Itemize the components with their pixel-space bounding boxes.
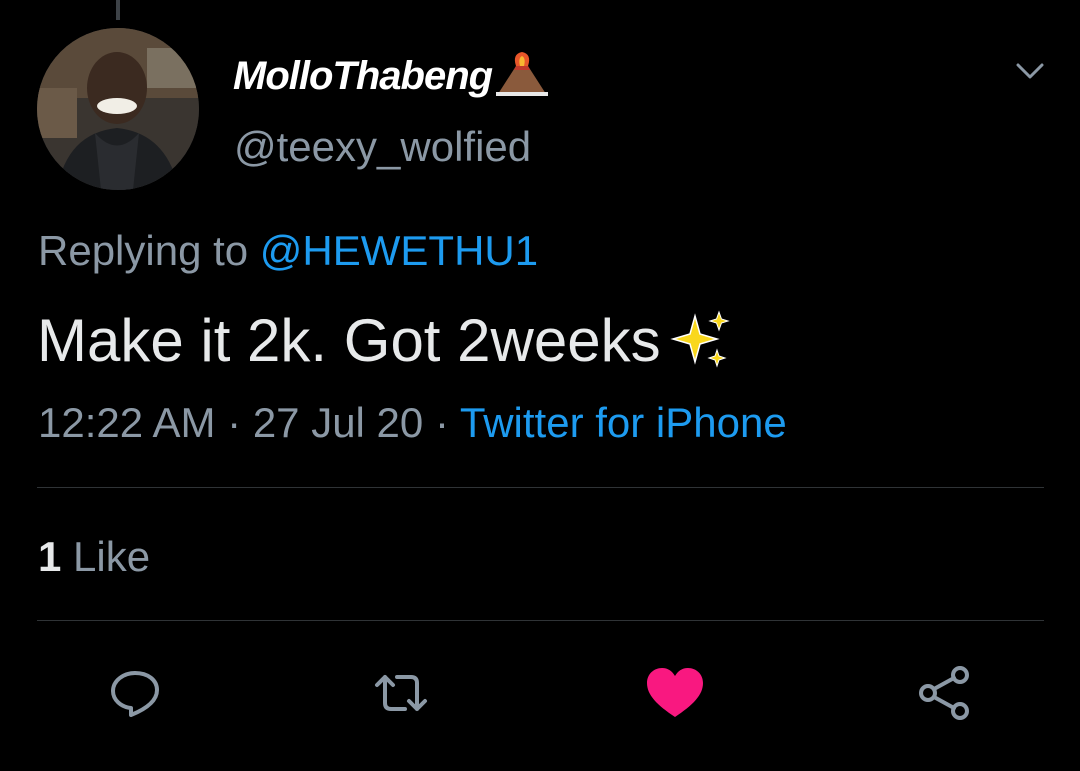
like-button[interactable] (644, 662, 706, 724)
avatar[interactable] (37, 28, 199, 190)
tweet-text: Make it 2k. Got 2weeks (37, 306, 733, 376)
meta-separator: · (434, 399, 449, 446)
chevron-down-icon[interactable] (1010, 55, 1050, 87)
share-button[interactable] (913, 662, 975, 724)
share-icon (919, 666, 969, 720)
divider (37, 487, 1044, 488)
replying-to-line: Replying to @HEWETHU1 (38, 224, 538, 278)
divider (37, 620, 1044, 621)
user-handle[interactable]: @teexy_wolfied (234, 120, 531, 174)
reply-mention-link[interactable]: @HEWETHU1 (260, 227, 538, 274)
sparkles-icon (669, 310, 730, 368)
meta-separator: · (227, 399, 242, 446)
likes-count-link[interactable]: 1 Like (38, 530, 150, 584)
thread-connector-line (116, 0, 120, 20)
reply-button[interactable] (104, 662, 166, 724)
display-name[interactable]: MolloThabeng (233, 52, 493, 100)
retweet-icon (375, 675, 427, 711)
tweet-metadata: 12:22 AM · 27 Jul 20 · Twitter for iPhon… (38, 396, 787, 450)
tweet-body: Make it 2k. Got 2weeks (37, 307, 661, 374)
comment-icon (111, 671, 159, 717)
retweet-button[interactable] (370, 662, 432, 724)
tweet-source-link[interactable]: Twitter for iPhone (460, 399, 787, 446)
tweet-time[interactable]: 12:22 AM (38, 399, 215, 446)
volcano-icon (496, 52, 549, 96)
like-label: Like (73, 533, 151, 580)
heart-icon (647, 668, 703, 717)
tweet-date[interactable]: 27 Jul 20 (253, 399, 423, 446)
like-count: 1 (38, 533, 62, 580)
reply-prefix: Replying to (38, 227, 249, 274)
